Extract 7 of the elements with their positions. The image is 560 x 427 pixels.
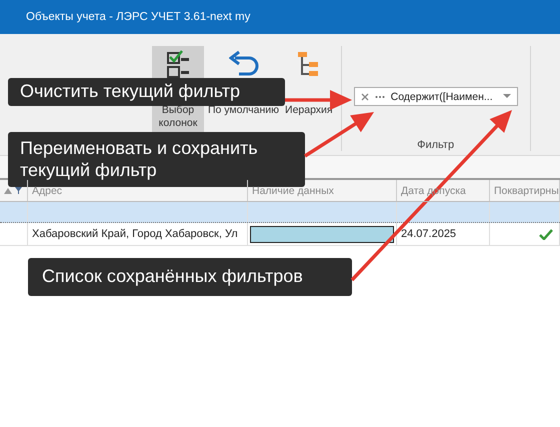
callout-tooltip: Переименовать и сохранить текущий фильтр	[8, 132, 305, 188]
group-label: Фильтр	[417, 139, 454, 151]
window-title: Объекты учета - ЛЭРС УЧЕТ 3.61-next my	[26, 11, 250, 23]
table-cell: Хабаровский Край, Город Хабаровск, Ул	[28, 223, 248, 245]
callout-tooltip: Список сохранённых фильтров	[28, 258, 352, 296]
callout-tooltip: Очистить текущий фильтр	[8, 78, 285, 106]
table-cell: 24.07.2025	[397, 223, 490, 245]
